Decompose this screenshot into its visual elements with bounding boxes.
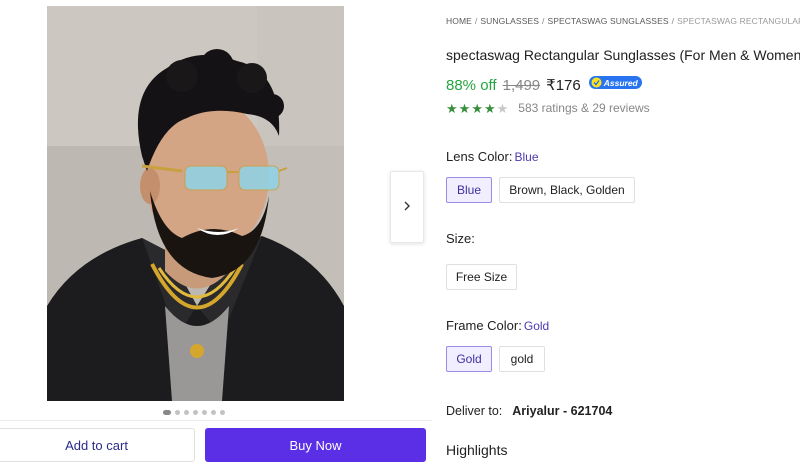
breadcrumb: HOME / SUNGLASSES / SPECTASWAG SUNGLASSES / SP…: [446, 16, 800, 26]
star-icon: ★: [458, 100, 471, 116]
next-image-button[interactable]: [390, 171, 424, 243]
discount-percent: 88% off: [446, 77, 497, 94]
frame-color-selected: Gold: [523, 319, 550, 333]
carousel-dot[interactable]: [175, 410, 180, 415]
rating-row: ★ ★ ★ ★ ★ 583 ratings & 29 reviews: [446, 101, 650, 115]
star-icon: ★: [496, 100, 509, 116]
size-label-row: Size:: [446, 231, 475, 246]
breadcrumb-sunglasses[interactable]: SUNGLASSES: [480, 16, 539, 26]
lens-color-label-row: Lens Color: Blue: [446, 149, 539, 164]
carousel-dot[interactable]: [211, 410, 216, 415]
frame-color-label: Frame Color:: [446, 318, 522, 333]
image-carousel-dots: [163, 410, 225, 415]
lens-color-selected: Blue: [514, 150, 539, 164]
original-price: 1,499: [502, 77, 541, 94]
size-option-free-size[interactable]: Free Size: [446, 264, 517, 290]
product-title: spectaswag Rectangular Sunglasses (For M…: [446, 47, 800, 63]
frame-option-gold[interactable]: Gold: [446, 346, 492, 372]
deliver-to-label: Deliver to:: [446, 404, 503, 418]
product-image[interactable]: [47, 6, 344, 401]
divider: [0, 420, 432, 421]
frame-color-options: Gold gold: [446, 346, 545, 372]
product-gallery: Add to cart Buy Now: [0, 0, 432, 466]
size-options: Free Size: [446, 264, 517, 290]
delivery-row: Deliver to: Ariyalur - 621704: [446, 404, 612, 418]
breadcrumb-current: SPECTASWAG RECTANGULAR SUNGLASSES: [677, 16, 800, 26]
carousel-dot[interactable]: [220, 410, 225, 415]
frame-option-gold-lowercase[interactable]: gold: [499, 346, 545, 372]
price-row: 88% off 1,499 ₹176 Assured: [446, 76, 642, 94]
assured-badge: Assured: [588, 76, 642, 89]
star-icon: ★: [483, 100, 496, 116]
carousel-dot[interactable]: [202, 410, 207, 415]
frame-color-label-row: Frame Color: Gold: [446, 318, 549, 333]
chevron-right-icon: [403, 198, 411, 216]
star-icon: ★: [446, 100, 458, 116]
lens-option-brown-black-golden[interactable]: Brown, Black, Golden: [499, 177, 635, 203]
star-icon: ★: [471, 100, 483, 116]
carousel-dot[interactable]: [163, 410, 171, 415]
highlights-heading: Highlights: [446, 442, 508, 458]
add-to-cart-button[interactable]: Add to cart: [0, 428, 195, 462]
assured-label: Assured: [603, 77, 638, 88]
breadcrumb-brand[interactable]: SPECTASWAG SUNGLASSES: [547, 16, 668, 26]
size-label: Size:: [446, 231, 475, 246]
ratings-count[interactable]: 583 ratings & 29 reviews: [518, 101, 649, 115]
assured-shield-icon: [591, 77, 602, 88]
delivery-location[interactable]: Ariyalur - 621704: [512, 404, 612, 418]
star-rating: ★ ★ ★ ★ ★: [446, 102, 508, 115]
selling-price: ₹176: [546, 77, 581, 94]
carousel-dot[interactable]: [184, 410, 189, 415]
product-info: HOME / SUNGLASSES / SPECTASWAG SUNGLASSES / SP…: [446, 0, 800, 466]
carousel-dot[interactable]: [193, 410, 198, 415]
lens-option-blue[interactable]: Blue: [446, 177, 492, 203]
lens-color-options: Blue Brown, Black, Golden: [446, 177, 635, 203]
breadcrumb-home[interactable]: HOME: [446, 16, 472, 26]
lens-color-label: Lens Color:: [446, 149, 513, 164]
buy-now-button[interactable]: Buy Now: [205, 428, 426, 462]
product-photo: [47, 6, 344, 401]
